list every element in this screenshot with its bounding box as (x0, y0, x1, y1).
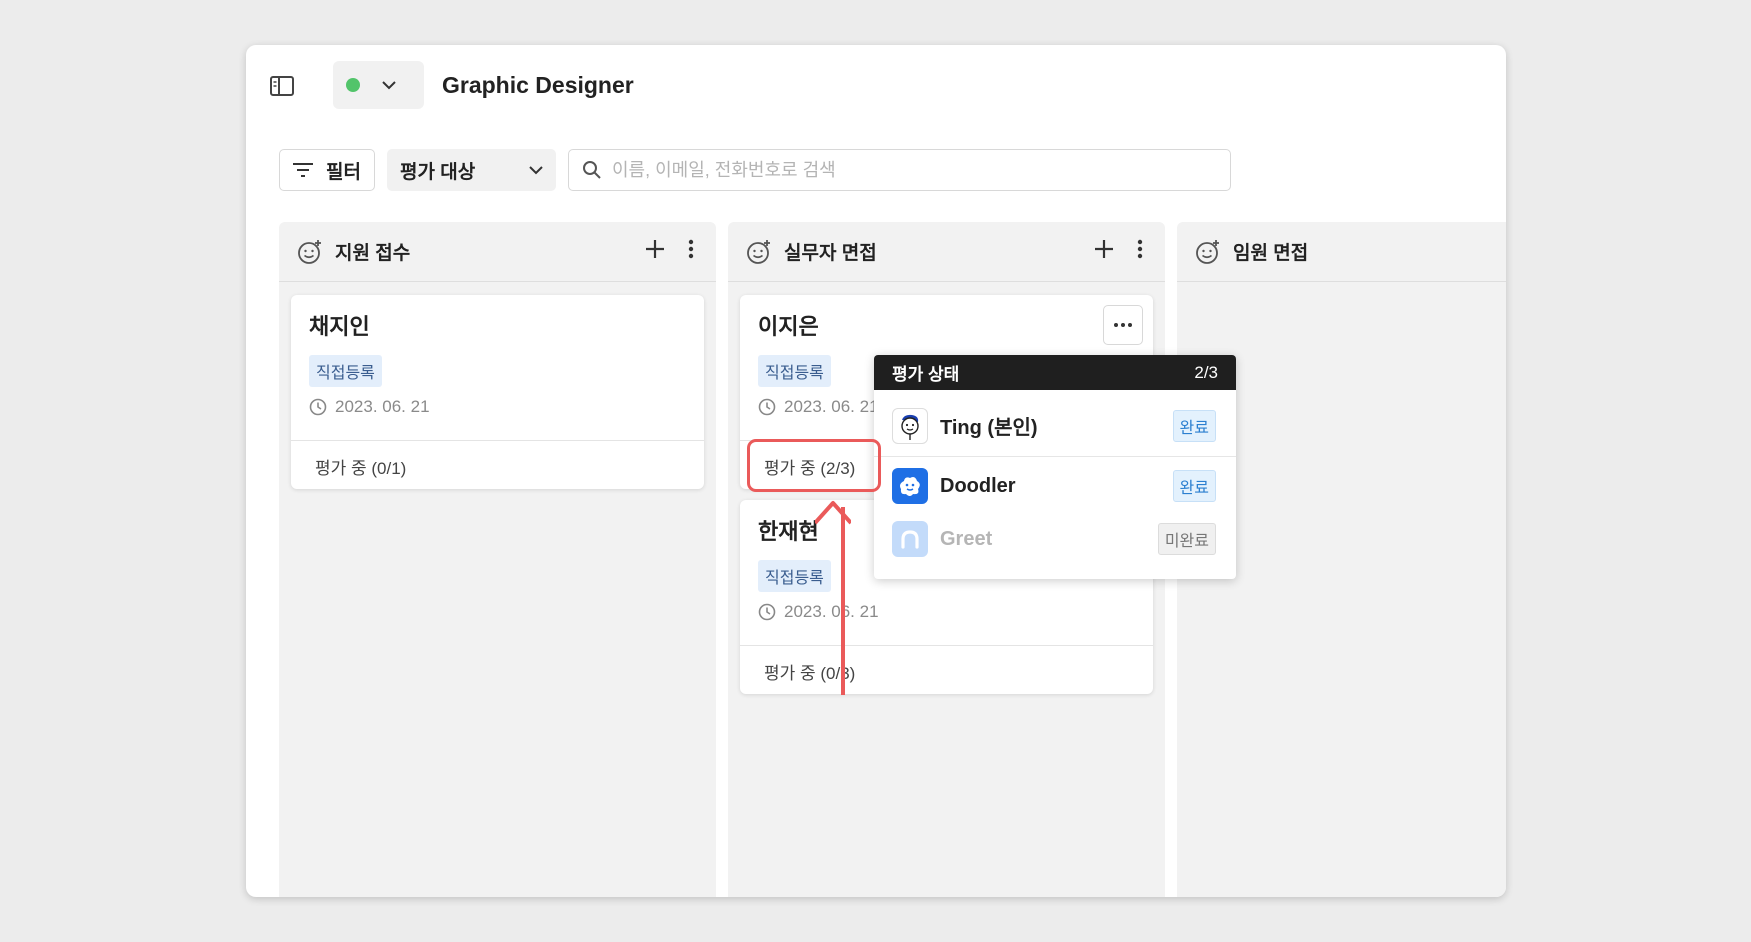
evaluation-status-badge: 완료 (1172, 470, 1216, 502)
filter-button[interactable]: 필터 (279, 149, 375, 191)
popover-header: 평가 상태 2/3 (874, 355, 1236, 390)
evaluation-target-select[interactable]: 평가 대상 (387, 149, 556, 191)
evaluator-name: Ting (본인) (940, 417, 1038, 439)
top-bar: Graphic Designer (246, 45, 1506, 135)
chevron-down-icon (529, 166, 543, 175)
column-title: 실무자 면접 (784, 243, 877, 264)
popover-title: 평가 상태 (892, 365, 960, 384)
candidate-name: 한재현 (758, 519, 819, 544)
clock-icon (309, 398, 327, 416)
greet-avatar-icon (892, 521, 928, 557)
more-options-button[interactable] (1103, 305, 1143, 345)
status-dot (346, 78, 360, 92)
sidebar-toggle-icon[interactable] (268, 73, 296, 99)
add-emoji-icon[interactable] (297, 239, 323, 265)
clock-icon (758, 398, 776, 416)
job-status-select[interactable] (333, 61, 424, 109)
popover-count: 2/3 (1194, 362, 1218, 382)
doodler-avatar-icon (892, 468, 928, 504)
add-emoji-icon[interactable] (1195, 239, 1221, 265)
filter-icon (293, 163, 313, 177)
applied-date: 2023. 06. 21 (758, 397, 879, 417)
evaluation-status-popover: 평가 상태 2/3 Ting (본인) 완료 Doodler 완료 Greet … (874, 355, 1236, 579)
column-title: 지원 접수 (335, 243, 411, 264)
source-badge: 직접등록 (309, 355, 382, 387)
more-vertical-icon[interactable] (688, 238, 694, 260)
source-badge: 직접등록 (758, 355, 831, 387)
column-header: 임원 면접 (1177, 222, 1506, 282)
candidate-card[interactable]: 채지인 직접등록 2023. 06. 21 평가 중 (0/1) (291, 295, 704, 489)
evaluation-status-badge: 미완료 (1157, 523, 1216, 555)
add-emoji-icon[interactable] (746, 239, 772, 265)
search-icon (583, 161, 601, 179)
evaluation-progress[interactable]: 평가 중 (0/1) (315, 454, 406, 479)
candidate-name: 채지인 (309, 314, 370, 339)
target-label: 평가 대상 (400, 161, 476, 183)
evaluator-row[interactable]: Doodler 완료 (874, 458, 1236, 514)
evaluator-row[interactable]: Greet 미완료 (874, 511, 1236, 567)
divider (740, 645, 1153, 646)
search-box[interactable] (568, 149, 1231, 191)
page-title: Graphic Designer (442, 72, 634, 98)
toolbar: 필터 평가 대상 (279, 149, 1479, 191)
filter-label: 필터 (326, 161, 361, 183)
chevron-down-icon (382, 80, 396, 89)
column-header: 실무자 면접 (728, 222, 1165, 282)
highlight-box (747, 439, 881, 492)
evaluator-row[interactable]: Ting (본인) 완료 (874, 395, 1236, 457)
applied-date-text: 2023. 06. 21 (784, 397, 879, 416)
clock-icon (758, 603, 776, 621)
ting-avatar-icon (892, 407, 928, 444)
column-title: 임원 면접 (1233, 243, 1309, 264)
evaluator-name: Doodler (940, 474, 1016, 497)
search-input[interactable] (612, 159, 1192, 181)
applied-date-text: 2023. 06. 21 (335, 397, 430, 416)
more-horizontal-icon (1114, 323, 1132, 327)
column-header: 지원 접수 (279, 222, 716, 282)
evaluator-name: Greet (940, 527, 993, 550)
add-icon[interactable] (644, 238, 666, 260)
up-arrow-annotation (815, 501, 851, 695)
candidate-name: 이지은 (758, 314, 819, 339)
evaluation-status-badge: 완료 (1172, 409, 1216, 442)
pipeline-column-application: 지원 접수 채지인 직접등록 2023. 06. 21 평가 중 (0/1) (279, 222, 716, 897)
add-icon[interactable] (1093, 238, 1115, 260)
divider (291, 440, 704, 441)
more-vertical-icon[interactable] (1137, 238, 1143, 260)
applied-date: 2023. 06. 21 (309, 397, 430, 417)
